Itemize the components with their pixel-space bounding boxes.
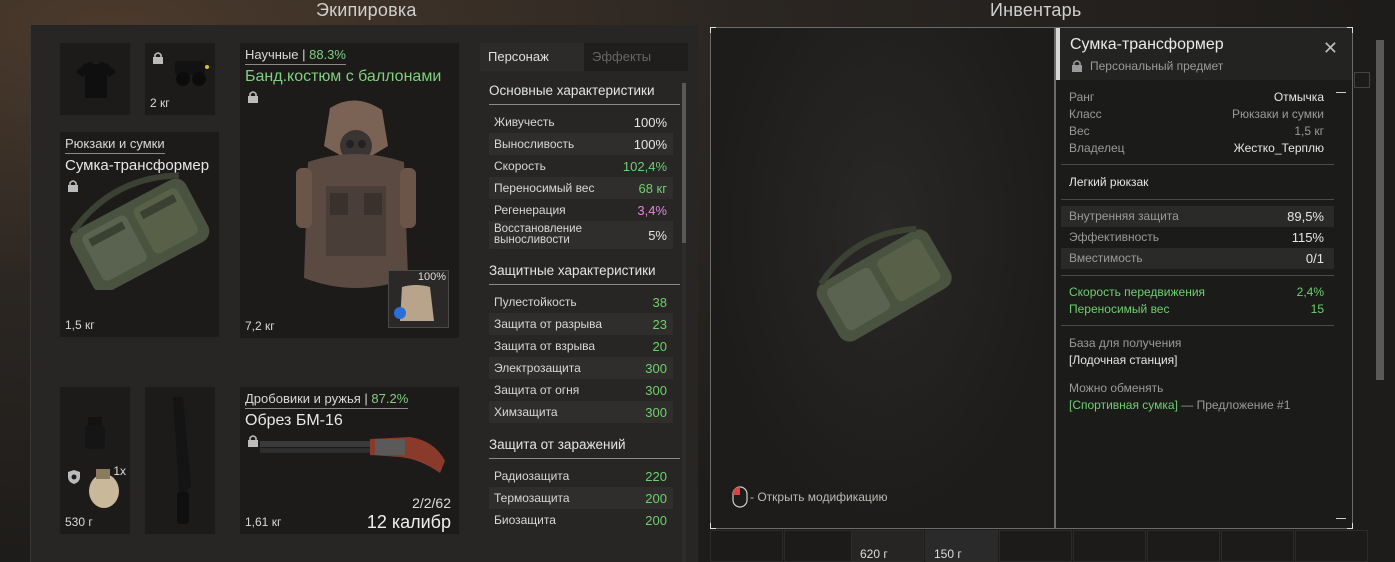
weapon-weight: 1,61 кг: [245, 515, 282, 529]
stat-row: Пулестойкость 38: [494, 294, 667, 310]
stat-row: Радиозащита 220: [494, 468, 667, 484]
corner-marker: [1347, 523, 1353, 529]
item-info-panel: Сумка-трансформер Персональный предмет ✕…: [1055, 27, 1353, 529]
stat-row: Защита от разрыва 23: [489, 313, 673, 335]
item-bonuses: Скорость передвижения 2,4% Переносимый ве…: [1069, 285, 1324, 316]
contamination-stats-title: Защита от заражений: [489, 437, 680, 459]
stat-row: Живучесть 100%: [494, 114, 667, 130]
mouse-icon: [732, 486, 748, 508]
grenade-weight: 530 г: [65, 515, 93, 529]
item-meta: Ранг Отмычка Класс Рюкзаки и сумки Вес 1,5 …: [1069, 90, 1324, 155]
stats-scrollbar[interactable]: [682, 83, 686, 562]
grenade-icon: [89, 469, 119, 508]
device-weight: 2 кг: [150, 96, 170, 110]
cell-weight: 150 г: [934, 547, 962, 561]
underwear-slot[interactable]: [59, 42, 131, 116]
open-mods-hint: - Открыть модификацию: [750, 490, 888, 504]
tab-effects[interactable]: Эффекты: [584, 43, 688, 71]
weapon-category: Дробовики и ружья | 87.2%: [245, 390, 409, 409]
stat-row: Электрозащита 300: [489, 357, 673, 379]
stat-row: Защита от взрыва 20: [494, 338, 667, 354]
item-type: Легкий рюкзак: [1069, 175, 1149, 189]
stat-row: Защита от огня 300: [494, 382, 667, 398]
item-title: Сумка-трансформер: [1070, 36, 1224, 53]
stat-row: Восстановление выносливости 5%: [489, 221, 673, 249]
main-stats-title: Основные характеристики: [489, 83, 680, 105]
backpack-preview-icon: [816, 225, 952, 342]
armor-weight: 7,2 кг: [245, 319, 275, 333]
divider: [1061, 164, 1334, 165]
corner-marker: [710, 27, 716, 33]
info-header: Сумка-трансформер Персональный предмет ✕: [1056, 28, 1352, 80]
stat-row: Выносливость 100%: [489, 133, 673, 155]
stat-row: Регенерация 3,4%: [494, 202, 667, 218]
shield-icon: [68, 470, 80, 484]
weapon-name: Обрез БМ-16: [245, 412, 343, 429]
artifact-slot[interactable]: 1x 530 г: [59, 386, 131, 535]
armor-plate-icon: [394, 285, 434, 321]
knife-slot[interactable]: [144, 386, 216, 535]
stats-tabs: Персонаж Эффекты: [480, 43, 688, 71]
divider: [1061, 199, 1334, 200]
protection-stats-title: Защитные характеристики: [489, 263, 680, 285]
cell-weight: 620 г: [860, 547, 888, 561]
tab-character[interactable]: Персонаж: [480, 43, 584, 71]
info-body: Ранг Отмычка Класс Рюкзаки и сумки Вес 1,5 …: [1061, 84, 1334, 416]
stats-scroll-thumb[interactable]: [682, 83, 686, 243]
divider: [1061, 325, 1334, 326]
artifact-icon: [85, 417, 105, 449]
armor-name: Банд.костюм с баллонами: [245, 68, 442, 85]
backpack-slot[interactable]: Рюкзаки и сумки Сумка-трансформер 1,5 кг: [59, 131, 220, 338]
stat-row: Химзащита 300: [489, 401, 673, 423]
night-vision-icon: [175, 61, 209, 86]
weapon-slot[interactable]: Дробовики и ружья | 87.2% Обрез БМ-16 2/…: [239, 386, 460, 535]
inventory-scroll-thumb[interactable]: [1376, 40, 1384, 380]
backpack-category: Рюкзаки и сумки: [65, 135, 165, 154]
stats-panel: Персонаж Эффекты Основные характеристики…: [480, 43, 688, 562]
device-slot[interactable]: 2 кг: [144, 42, 216, 116]
armor-category: Научные | 88.3%: [245, 46, 346, 65]
armor-plate-subslot[interactable]: 100%: [388, 270, 449, 328]
personal-item-label: Персональный предмет: [1090, 59, 1224, 73]
close-button[interactable]: ✕: [1323, 38, 1338, 59]
stat-row: Переносимый вес 68 кг: [489, 177, 673, 199]
shotgun-icon: [260, 437, 445, 473]
info-scrollbar[interactable]: [1336, 88, 1346, 520]
weapon-ammo: 2/2/62: [412, 495, 451, 511]
inventory-grid-strip: 620 г 150 г: [710, 530, 1395, 562]
armor-slot[interactable]: Научные | 88.3% Банд.костюм с баллонами …: [239, 42, 460, 339]
stat-row: Термозащита 200: [489, 487, 673, 509]
shirt-icon: [76, 62, 116, 98]
weapon-caliber: 12 калибр: [366, 512, 451, 532]
corner-marker: [710, 523, 716, 529]
main-stats-list: Живучесть 100% Выносливость 100% Скорость 1…: [480, 111, 688, 249]
item-preview: - Открыть модификацию: [710, 27, 1055, 529]
lock-icon: [1072, 60, 1082, 72]
lock-icon: [153, 52, 163, 64]
acquisition-info: База для получения [Лодочная станция] Мо…: [1069, 336, 1291, 412]
contamination-stats-list: Радиозащита 220 Термозащита 200 Биозащита 2…: [480, 465, 688, 531]
stat-row: Биозащита 200: [494, 512, 667, 528]
stat-row: Скорость 102,4%: [494, 158, 667, 174]
equipment-title: Экипировка: [316, 0, 417, 20]
item-properties: Внутренняя защита 89,5% Эффективность 115%…: [1061, 206, 1334, 269]
inventory-title: Инвентарь: [990, 0, 1082, 20]
lock-icon: [248, 435, 258, 447]
backpack-icon: [70, 172, 210, 290]
backpack-weight: 1,5 кг: [65, 318, 95, 332]
trade-item-link[interactable]: [Спортивная сумка]: [1069, 398, 1178, 412]
plate-percent: 100%: [417, 271, 446, 283]
knife-icon: [173, 397, 191, 524]
protection-stats-list: Пулестойкость 38 Защита от разрыва 23 Защи…: [480, 291, 688, 423]
divider: [1061, 275, 1334, 276]
inventory-grid-edge: [1354, 0, 1395, 562]
lock-icon: [248, 91, 258, 103]
